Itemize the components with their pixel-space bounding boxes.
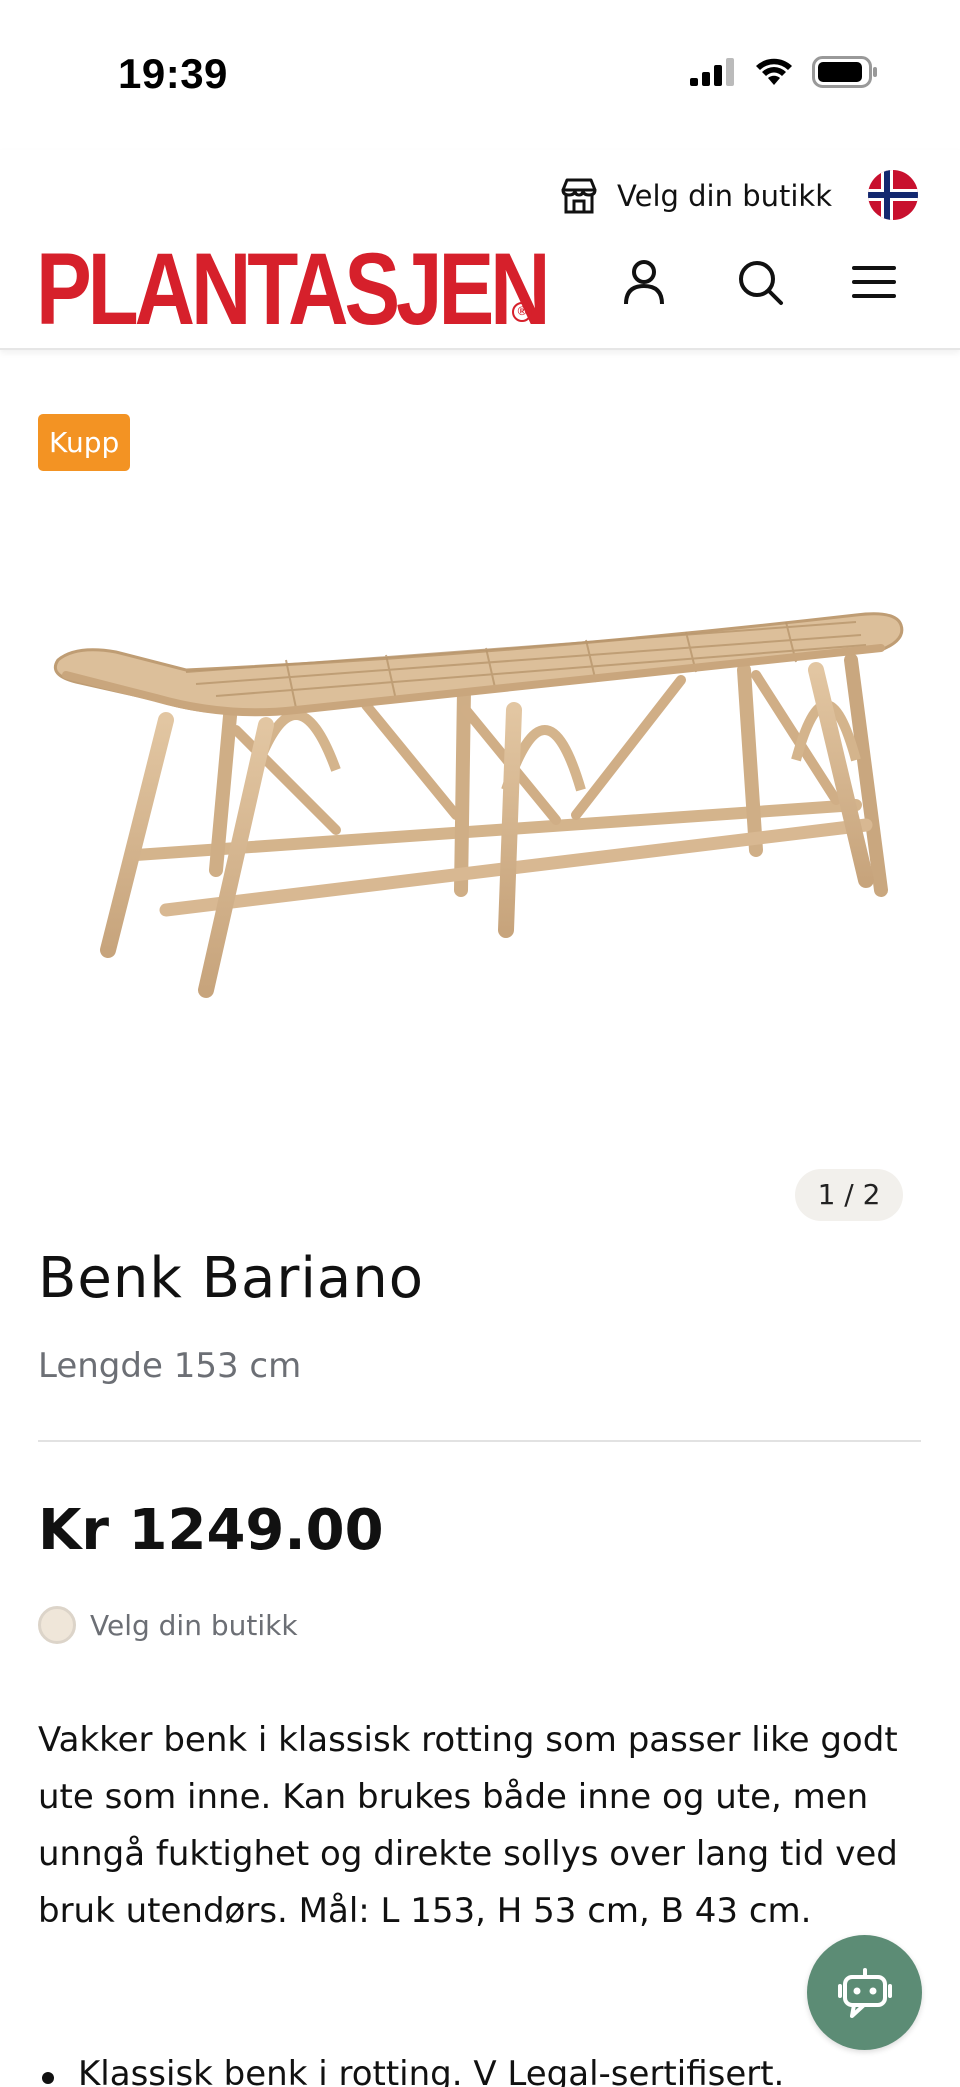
chat-bot-icon	[837, 1967, 892, 2018]
image-pager: 1 / 2	[795, 1169, 903, 1221]
feature-list: Klassisk benk i rotting. V Legal-sertifi…	[38, 2046, 928, 2087]
status-bar: 19:39	[0, 0, 960, 150]
plantasjen-logo[interactable]: PLANTASJEN	[36, 238, 551, 340]
list-item: Klassisk benk i rotting. V Legal-sertifi…	[38, 2046, 928, 2087]
norway-flag-icon[interactable]	[868, 170, 918, 220]
battery-icon	[812, 56, 877, 88]
store-selector-link[interactable]: Velg din butikk	[559, 176, 832, 216]
store-selector-label: Velg din butikk	[617, 179, 832, 213]
divider	[38, 1440, 921, 1442]
account-icon[interactable]	[616, 254, 672, 310]
store-availability-label: Velg din butikk	[90, 1608, 298, 1642]
wifi-icon	[756, 58, 792, 85]
store-icon	[561, 178, 597, 214]
status-time: 19:39	[118, 50, 228, 97]
search-icon[interactable]	[732, 254, 788, 310]
registered-mark: ®	[512, 302, 532, 322]
chat-button[interactable]	[807, 1935, 922, 2050]
site-header: Velg din butikk PLANTASJEN ®	[0, 150, 960, 350]
store-availability-selector[interactable]: Velg din butikk	[38, 1606, 298, 1644]
rattan-bench-image[interactable]	[36, 560, 916, 1010]
product-price: Kr 1249.00	[38, 1498, 384, 1563]
bullet-icon	[42, 2072, 54, 2084]
menu-icon[interactable]	[846, 254, 902, 310]
store-status-dot	[38, 1606, 76, 1644]
status-icons	[690, 56, 878, 88]
product-subtitle: Lengde 153 cm	[38, 1346, 302, 1386]
product-description: Vakker benk i klassisk rotting som passe…	[38, 1720, 898, 1931]
list-item-text: Klassisk benk i rotting. V Legal-sertifi…	[78, 2054, 785, 2087]
product-title: Benk Bariano	[38, 1246, 424, 1311]
cellular-signal-icon	[690, 58, 734, 86]
deal-badge: Kupp	[38, 414, 131, 471]
